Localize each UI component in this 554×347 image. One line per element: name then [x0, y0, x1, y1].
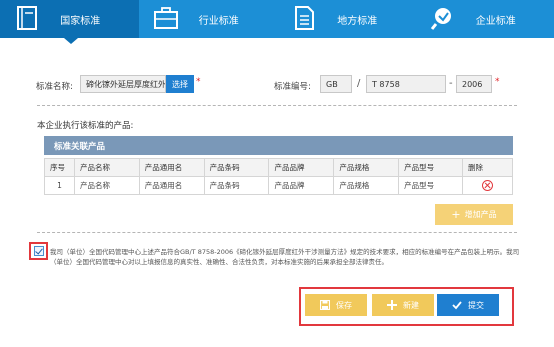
- cell-delete: [462, 176, 513, 195]
- column-header: 序号: [44, 158, 75, 177]
- select-button[interactable]: 选择: [166, 75, 194, 93]
- required-mark: *: [495, 77, 500, 87]
- table-header-row: 序号 产品名称 产品通用名 产品条码 产品品牌 产品规格 产品型号 删除: [44, 158, 513, 177]
- cell-product-name: 产品名称: [73, 176, 140, 195]
- check-icon: [452, 301, 462, 310]
- standard-name-field[interactable]: 碲化镓外延层厚度红外: [80, 75, 166, 93]
- add-product-button[interactable]: + 增加产品: [435, 204, 513, 225]
- standard-code-field[interactable]: T 8758: [366, 75, 446, 93]
- submit-label: 提交: [468, 300, 484, 310]
- tools-icon: [430, 8, 451, 30]
- column-header: 产品名称: [73, 158, 140, 177]
- section-title: 本企业执行该标准的产品:: [37, 121, 134, 131]
- add-product-label: 增加产品: [464, 210, 497, 219]
- number-dash: -: [449, 78, 453, 89]
- divider: [37, 105, 517, 106]
- standard-type-tabs: 国家标准 行业标准 地方标准 企业标准: [0, 0, 554, 44]
- table-row: 1 产品名称 产品通用名 产品条码 产品品牌 产品规格 产品型号: [44, 176, 513, 195]
- plus-icon: +: [451, 208, 461, 221]
- column-header: 产品品牌: [268, 158, 335, 177]
- tab-label: 地方标准: [337, 15, 378, 27]
- tab-enterprise-standard[interactable]: 企业标准: [416, 0, 554, 38]
- tab-label: 行业标准: [198, 15, 239, 27]
- cell-brand: 产品品牌: [268, 176, 335, 195]
- product-table: 序号 产品名称 产品通用名 产品条码 产品品牌 产品规格 产品型号 删除 1 产…: [44, 158, 513, 195]
- declaration-text: 我司（单位）全国代码管理中心上述产品符合GB/T 8758-2006《碲化镓外延…: [50, 248, 520, 266]
- briefcase-icon: [153, 7, 178, 29]
- submit-button[interactable]: 提交: [437, 294, 499, 316]
- delete-icon[interactable]: [482, 180, 493, 191]
- plus-icon: [387, 300, 397, 310]
- standard-year-field[interactable]: 2006: [456, 75, 492, 93]
- standard-prefix-field[interactable]: GB: [320, 75, 352, 93]
- column-header: 产品规格: [333, 158, 400, 177]
- tab-national-standard[interactable]: 国家标准: [0, 0, 139, 44]
- tab-industry-standard[interactable]: 行业标准: [139, 0, 278, 38]
- cell-index: 1: [44, 176, 75, 195]
- save-icon: [320, 300, 330, 310]
- column-header: 产品条码: [203, 158, 270, 177]
- save-label: 保存: [336, 300, 352, 310]
- cell-model: 产品型号: [398, 176, 464, 195]
- divider: [37, 232, 517, 233]
- declaration-checkbox[interactable]: [33, 246, 44, 256]
- cell-spec: 产品规格: [333, 176, 400, 195]
- tab-label: 企业标准: [475, 15, 516, 27]
- book-icon: [17, 6, 37, 30]
- document-icon: [295, 6, 314, 30]
- cell-barcode: 产品条码: [203, 176, 270, 195]
- standard-number-label: 标准编号:: [274, 82, 311, 92]
- column-header: 产品通用名: [138, 158, 205, 177]
- new-button[interactable]: 新建: [372, 294, 434, 316]
- save-button[interactable]: 保存: [305, 294, 367, 316]
- tab-label: 国家标准: [60, 15, 101, 27]
- required-mark: *: [196, 77, 201, 87]
- number-separator: /: [357, 78, 361, 89]
- declaration-checkbox-highlight: [29, 242, 48, 260]
- tab-local-standard[interactable]: 地方标准: [277, 0, 416, 38]
- new-label: 新建: [403, 300, 419, 310]
- column-header: 删除: [462, 158, 513, 177]
- column-header: 产品型号: [398, 158, 464, 177]
- table-caption: 标准关联产品: [44, 136, 513, 155]
- standard-name-label: 标准名称:: [36, 82, 73, 92]
- cell-common-name: 产品通用名: [138, 176, 205, 195]
